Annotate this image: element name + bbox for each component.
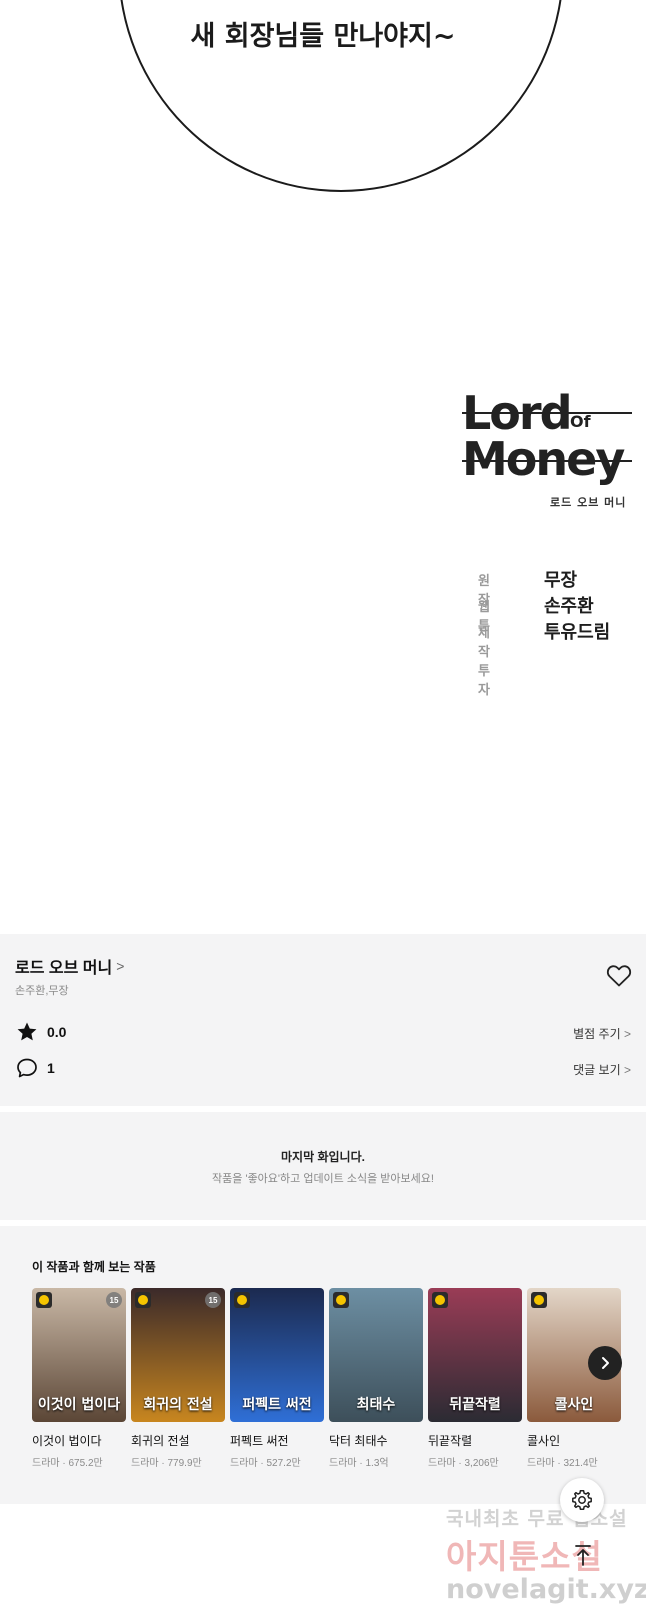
recommendation-thumbnail: 퍼펙트 써전 [230,1288,324,1422]
recommendation-thumbnail: 15 회귀의 전설 [131,1288,225,1422]
notice-subtitle: 작품을 '좋아요'하고 업데이트 소식을 받아보세요! [212,1173,434,1185]
credit-value: 투유드림 [544,622,611,643]
credit-value: 손주환 [544,596,594,617]
logo-word-money: Money [462,432,625,486]
rating-row: 0.0 별점 주기 > [15,1020,631,1046]
comment-icon [17,1058,37,1078]
recommendation-meta: 드라마 · 675.2만 [32,1458,103,1469]
logo-word-of: Of [570,412,591,431]
series-authors: 손주환,무장 [15,985,69,997]
recommendation-title: 닥터 최태수 [329,1434,388,1448]
comments-row: 1 댓글 보기 > [15,1056,631,1082]
recommendation-card[interactable]: 뒤끝작렬 뒤끝작렬 드라마 · 3,206만 [428,1288,522,1478]
wait-free-clock-icon [333,1292,349,1308]
chevron-right-icon: > [116,958,125,974]
thumbnail-title-art: 뒤끝작렬 [449,1397,501,1413]
credit-value: 무장 [544,570,578,591]
recommendation-meta: 드라마 · 3,206만 [428,1458,499,1469]
series-info-panel: 로드 오브 머니 > 손주환,무장 0.0 별점 주기 > 1 댓글 보기 > [0,934,646,1106]
like-button[interactable] [606,964,632,988]
recommendation-title: 뒤끝작렬 [428,1434,473,1448]
chevron-right-icon: > [623,1027,631,1041]
recommendation-card[interactable]: 최태수닥터 최태수드라마 · 1.3억 [329,1288,423,1478]
gear-icon [572,1490,592,1510]
age-rating-badge: 15 [205,1292,221,1308]
recommendation-meta: 드라마 · 321.4만 [527,1458,598,1469]
notice-title: 마지막 화입니다. [281,1150,365,1164]
recommendation-title: 퍼펙트 써전 [230,1434,289,1448]
logo-subtitle: 로드 오브 머니 [550,496,627,509]
recommendation-meta: 드라마 · 527.2만 [230,1458,301,1469]
rate-button[interactable]: 별점 주기 > [573,1025,631,1042]
recommendation-meta: 드라마 · 1.3억 [329,1458,389,1469]
thumbnail-title-art: 퍼펙트 써전 [242,1397,312,1413]
wait-free-clock-icon [36,1292,52,1308]
heart-outline-icon [606,965,632,987]
recommendation-card[interactable]: 15 회귀의 전설 회귀의 전설 드라마 · 779.9만 [131,1288,225,1478]
speech-bubble-line-2: 새 회장님들 만나야지~ [190,21,456,52]
recommendation-thumbnail: 최태수 [329,1288,423,1422]
carousel-next-button[interactable] [588,1346,622,1380]
view-comments-button[interactable]: 댓글 보기 > [573,1061,631,1078]
recommendations-carousel: 15 이것이 법이다 이것이 법이다 드라마 · 675.2만 15 회귀의 전설 회귀의 … [32,1288,646,1488]
recommendation-title: 콜사인 [527,1434,561,1448]
series-title: 로드 오브 머니 [15,960,113,977]
watermark-url: novelagit.xyz [446,1574,646,1605]
chevron-right-icon [602,1357,609,1369]
wait-free-clock-icon [234,1292,250,1308]
thumbnail-title-art: 콜사인 [554,1397,594,1413]
settings-button[interactable] [560,1478,604,1522]
view-comments-label: 댓글 보기 [573,1063,621,1077]
recommendation-meta: 드라마 · 779.9만 [131,1458,202,1469]
recommendation-title: 회귀의 전설 [131,1434,190,1448]
recommendations-title: 이 작품과 함께 보는 작품 [32,1260,156,1274]
series-title-link[interactable]: 로드 오브 머니 > [15,954,124,978]
wait-free-clock-icon [135,1292,151,1308]
last-episode-notice: 마지막 화입니다. 작품을 '좋아요'하고 업데이트 소식을 받아보세요! [0,1112,646,1220]
series-logo: Lord Of Money 로드 오브 머니 [462,390,632,510]
recommendation-card[interactable]: 15 이것이 법이다 이것이 법이다 드라마 · 675.2만 [32,1288,126,1478]
recommendation-thumbnail: 뒤끝작렬 [428,1288,522,1422]
rate-button-label: 별점 주기 [573,1027,621,1041]
comic-panel: 새 회장님들 만나야지~ Lord Of Money 로드 오브 머니 원작 무… [0,0,646,930]
logo-strike-line [462,412,632,414]
comment-count: 1 [47,1060,55,1076]
arrow-up-icon [575,1545,591,1566]
thumbnail-title-art: 회귀의 전설 [143,1397,213,1413]
rating-value: 0.0 [47,1024,67,1040]
thumbnail-title-art: 이것이 법이다 [37,1397,121,1413]
chevron-right-icon: > [623,1063,631,1077]
recommendation-title: 이것이 법이다 [32,1434,102,1448]
wait-free-clock-icon [531,1292,547,1308]
thumbnail-title-art: 최태수 [356,1397,396,1413]
recommendations-section: 이 작품과 함께 보는 작품 15 이것이 법이다 이것이 법이다 드라마 · 675… [0,1226,646,1504]
star-icon [17,1022,37,1041]
age-rating-badge: 15 [106,1292,122,1308]
recommendation-card[interactable]: 퍼펙트 써전 퍼펙트 써전 드라마 · 527.2만 [230,1288,324,1478]
credit-label: 제작투자 [478,626,490,698]
logo-strike-line [462,460,632,462]
recommendation-card[interactable]: 콜사인 콜사인 드라마 · 321.4만 [527,1288,621,1478]
scroll-to-top-button[interactable] [568,1538,598,1572]
wait-free-clock-icon [432,1292,448,1308]
recommendation-thumbnail: 15 이것이 법이다 [32,1288,126,1422]
